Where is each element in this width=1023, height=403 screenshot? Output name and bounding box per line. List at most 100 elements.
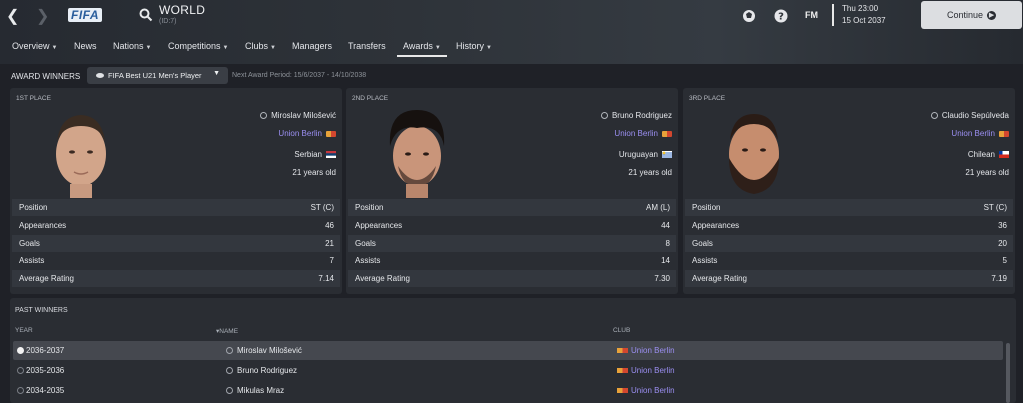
tab-clubs[interactable]: Clubs ▼: [245, 41, 276, 51]
row-club[interactable]: Union Berlin: [631, 346, 675, 355]
radio-icon[interactable]: [17, 347, 24, 354]
chevron-down-icon: ▼: [145, 45, 152, 51]
stat-row: Appearances 36: [692, 221, 1007, 230]
tab-awards[interactable]: Awards ▼: [397, 41, 447, 57]
player-face-image: [729, 114, 779, 194]
chevron-down-icon: ▼: [434, 45, 441, 51]
radio-icon[interactable]: [17, 367, 24, 374]
award-select[interactable]: FIFA Best U21 Men's Player ▼: [87, 67, 228, 84]
page-title: WORLD: [159, 3, 206, 17]
row-name[interactable]: Bruno Rodriguez: [237, 366, 297, 375]
place-label: 1ST PLACE: [16, 95, 51, 102]
stat-row: Appearances 46: [19, 221, 334, 230]
player-nationality-row[interactable]: Chilean: [968, 150, 1009, 159]
person-icon: [260, 112, 268, 119]
tab-overview[interactable]: Overview ▼: [12, 41, 57, 51]
stat-row: Average Rating 7.14: [12, 270, 340, 287]
nation-flag-icon: [999, 151, 1009, 158]
player-club-row[interactable]: Union Berlin: [614, 129, 672, 138]
fifa-logo: FIFA: [68, 8, 102, 22]
stat-row: Appearances 44: [355, 221, 670, 230]
person-icon: [930, 112, 938, 119]
column-header-club[interactable]: CLUB: [613, 327, 630, 334]
award-select-value: FIFA Best U21 Men's Player: [108, 71, 202, 80]
column-header-year[interactable]: YEAR: [15, 327, 33, 334]
row-name[interactable]: Miroslav Milošević: [237, 346, 302, 355]
tab-news[interactable]: News: [74, 41, 97, 51]
table-row[interactable]: 2034-2035 Mikulas Mraz Union Berlin: [13, 381, 1003, 400]
stat-row: Assists 14: [355, 256, 670, 265]
player-nationality-row[interactable]: Serbian: [294, 150, 336, 159]
place-label: 2ND PLACE: [352, 95, 389, 102]
continue-button[interactable]: Continue ▶: [921, 1, 1022, 29]
chevron-down-icon: ▼: [270, 45, 276, 51]
club-flag-icon: [326, 130, 336, 137]
stat-row: Average Rating 7.19: [685, 270, 1013, 287]
column-header-name[interactable]: ▾NAME: [216, 327, 238, 335]
stat-row: Position ST (C): [12, 199, 340, 216]
row-name[interactable]: Mikulas Mraz: [237, 386, 284, 395]
winner-card-3rd[interactable]: 3RD PLACE Claudio Sepúlveda Union Berlin…: [683, 88, 1015, 294]
player-age: 21 years old: [292, 168, 336, 177]
club-flag-icon: [662, 130, 672, 137]
tab-history[interactable]: History ▼: [456, 41, 492, 51]
past-winners-title: PAST WINNERS: [15, 307, 68, 314]
player-face-image: [389, 110, 445, 198]
scrollbar[interactable]: [1006, 343, 1010, 403]
stat-row: Goals 20: [685, 235, 1013, 252]
row-year: 2034-2035: [26, 386, 65, 395]
person-icon: [226, 347, 233, 354]
next-award-period: Next Award Period: 15/6/2037 - 14/10/203…: [232, 72, 367, 79]
chevron-down-icon: ▼: [213, 70, 220, 77]
place-label: 3RD PLACE: [689, 95, 726, 102]
tab-transfers[interactable]: Transfers: [348, 41, 386, 51]
app-window: ❮ ❯ FIFA WORLD (ID:7) ? FM Thu 23:00 15 …: [0, 0, 1023, 403]
radio-icon[interactable]: [17, 387, 24, 394]
stat-row: Assists 5: [692, 256, 1007, 265]
player-name-row[interactable]: Miroslav Milošević: [260, 111, 336, 120]
club-flag-icon: [999, 130, 1009, 137]
chevron-down-icon: ▼: [222, 45, 229, 51]
player-club-row[interactable]: Union Berlin: [278, 129, 336, 138]
person-icon: [226, 367, 233, 374]
stat-row: Assists 7: [19, 256, 334, 265]
club-flag-icon: [617, 388, 628, 393]
nation-flag-icon: [326, 151, 336, 158]
player-nationality-row[interactable]: Uruguayan: [619, 150, 672, 159]
search-icon[interactable]: [139, 8, 153, 22]
club-flag-icon: [617, 368, 628, 373]
stat-row: Position AM (L): [348, 199, 676, 216]
player-name-row[interactable]: Bruno Rodriguez: [600, 111, 672, 120]
table-row[interactable]: 2035-2036 Bruno Rodriguez Union Berlin: [13, 361, 1003, 380]
tab-nations[interactable]: Nations ▼: [113, 41, 151, 51]
player-age: 21 years old: [965, 168, 1009, 177]
table-row[interactable]: 2036-2037 Miroslav Milošević Union Berli…: [13, 341, 1003, 360]
award-icon[interactable]: [742, 9, 756, 23]
play-icon: ▶: [987, 10, 997, 20]
club-flag-icon: [617, 348, 628, 353]
row-club[interactable]: Union Berlin: [631, 386, 675, 395]
row-club[interactable]: Union Berlin: [631, 366, 675, 375]
winner-card-1st[interactable]: 1ST PLACE Miroslav Milošević Union Berli…: [10, 88, 342, 294]
past-winners-panel: PAST WINNERS YEAR ▾NAME CLUB 2036-2037 M…: [10, 298, 1016, 403]
player-name-row[interactable]: Claudio Sepúlveda: [930, 111, 1009, 120]
svg-text:?: ?: [778, 12, 784, 23]
chevron-down-icon: ▼: [486, 45, 492, 51]
nation-flag-icon: [662, 151, 672, 158]
winner-card-2nd[interactable]: 2ND PLACE Bruno Rodriguez Union Berlin U…: [346, 88, 678, 294]
row-year: 2035-2036: [26, 366, 65, 375]
tab-competitions[interactable]: Competitions ▼: [168, 41, 228, 51]
back-arrow-icon[interactable]: ❮: [6, 6, 19, 26]
award-winners-label: AWARD WINNERS: [11, 72, 81, 81]
person-icon: [226, 387, 233, 394]
player-club-row[interactable]: Union Berlin: [951, 129, 1009, 138]
continue-label: Continue: [946, 10, 984, 20]
eye-icon: [96, 73, 104, 78]
player-face-image: [56, 115, 106, 198]
fm-logo[interactable]: FM: [805, 10, 818, 20]
tab-managers[interactable]: Managers: [292, 41, 332, 51]
stat-row: Goals 8: [348, 235, 676, 252]
help-icon[interactable]: ?: [774, 9, 788, 23]
stat-row: Goals 21: [12, 235, 340, 252]
forward-arrow-icon[interactable]: ❯: [36, 6, 49, 26]
